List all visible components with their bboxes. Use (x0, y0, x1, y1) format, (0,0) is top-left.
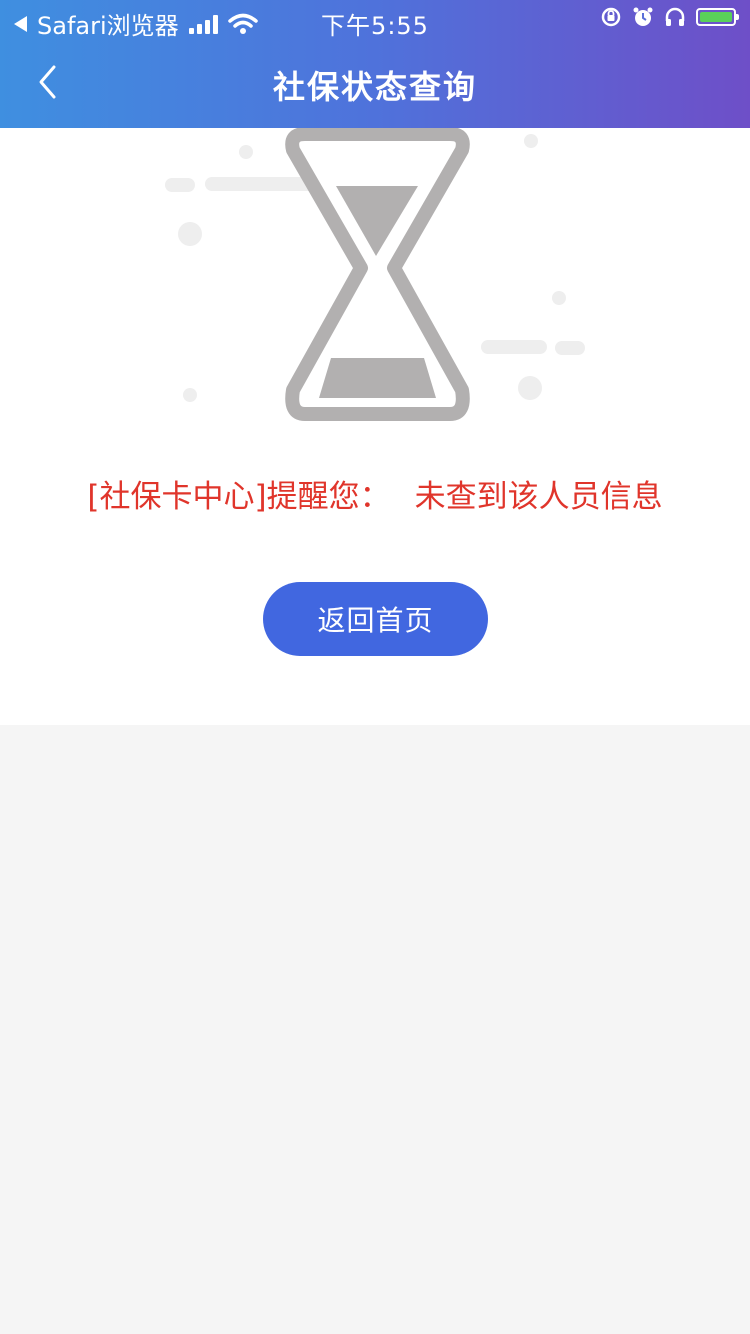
hourglass-icon (285, 128, 470, 421)
orientation-lock-icon (601, 7, 621, 27)
nav-bar: 社保状态查询 (0, 40, 750, 128)
headphones-icon (665, 7, 685, 26)
screen: Safari浏览器 下午5:55 社保状态查询 [社保卡中心]提醒您： 未查到该… (0, 0, 750, 1334)
return-home-button[interactable]: 返回首页 (263, 582, 488, 656)
header: Safari浏览器 下午5:55 社保状态查询 (0, 0, 750, 128)
alarm-icon (633, 7, 653, 26)
page-title: 社保状态查询 (272, 68, 477, 106)
notice-message: [社保卡中心]提醒您： 未查到该人员信息 (0, 471, 750, 516)
status-right (600, 6, 739, 28)
notice-text: 未查到该人员信息 (414, 479, 663, 515)
notice-prefix: [社保卡中心]提醒您： (87, 479, 391, 515)
hourglass-illustration (165, 128, 585, 421)
battery-icon (696, 8, 739, 26)
battery-level (700, 12, 732, 22)
result-card: [社保卡中心]提醒您： 未查到该人员信息 返回首页 (0, 128, 750, 725)
status-bar: Safari浏览器 下午5:55 (0, 0, 750, 40)
